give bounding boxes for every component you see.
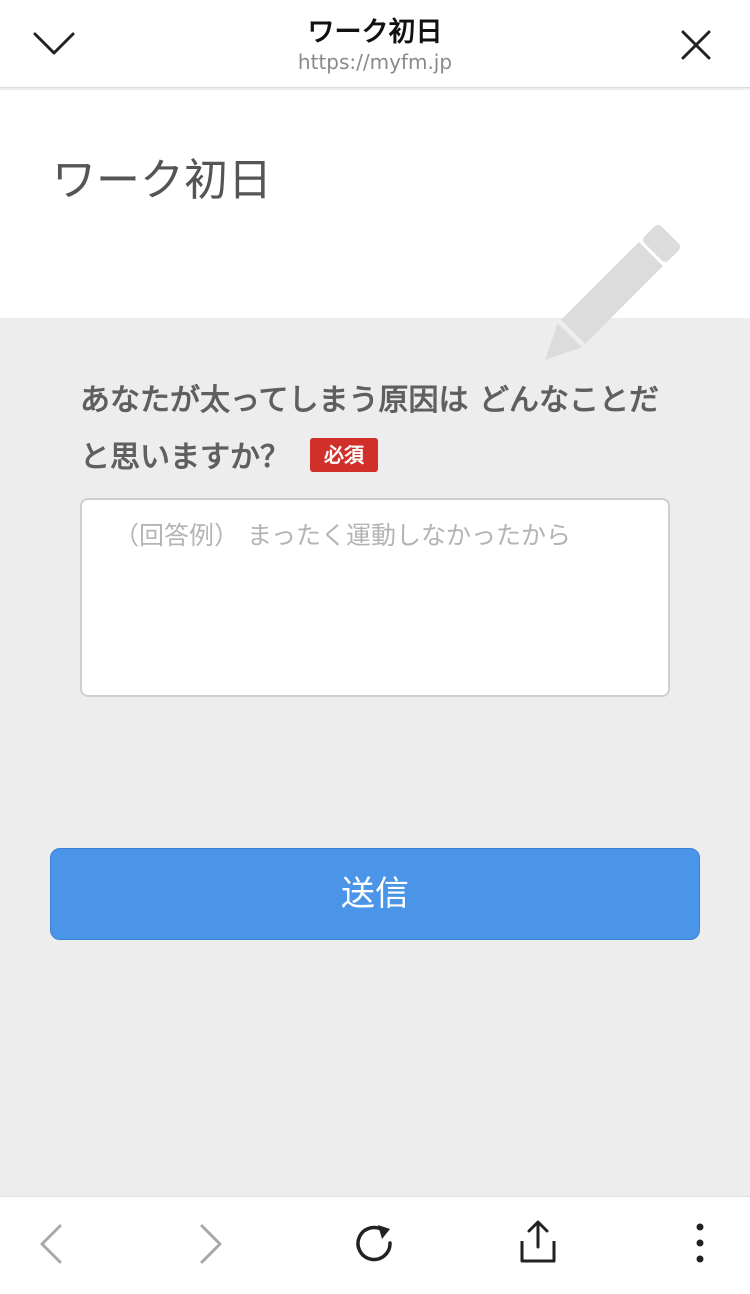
pencil-icon [544,225,680,361]
browser-url: https://myfm.jp [297,50,453,74]
chevron-left-icon[interactable] [38,1223,64,1265]
browser-title: ワーク初日 [307,17,443,48]
more-vertical-icon[interactable] [692,1221,708,1265]
browser-header: ワーク初日 https://myfm.jp [0,0,750,88]
share-icon[interactable] [518,1219,558,1265]
browser-toolbar [0,1196,750,1294]
required-badge: 必須 [310,438,378,472]
reload-icon[interactable] [354,1223,396,1265]
chevron-right-icon[interactable] [198,1223,224,1265]
close-icon[interactable] [680,29,712,61]
question-label: あなたが太ってしまう原因は どんなことだと思いますか？ 必須 [80,372,680,486]
answer-field[interactable] [80,498,670,697]
page-header: ワーク初日 [0,90,750,361]
page-title: ワーク初日 [52,155,272,206]
submit-button[interactable]: 送信 [50,848,700,940]
